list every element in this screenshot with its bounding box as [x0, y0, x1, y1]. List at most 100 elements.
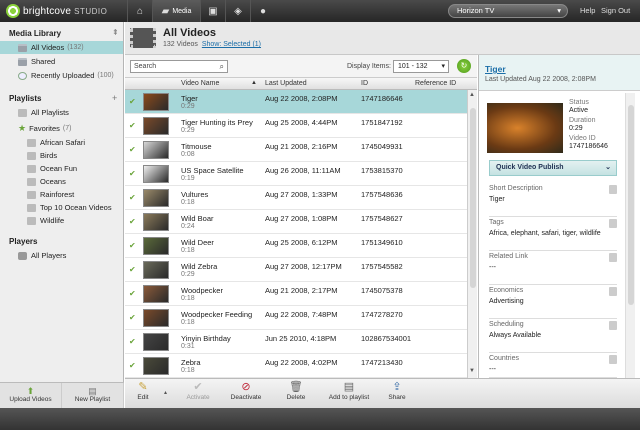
checkmark-icon[interactable]: ✔: [129, 313, 136, 322]
checkmark-icon[interactable]: ✔: [129, 217, 136, 226]
video-thumbnail[interactable]: [143, 93, 169, 111]
video-thumbnail[interactable]: [143, 213, 169, 231]
sidebar-item-all-playlists[interactable]: All Playlists: [0, 106, 123, 119]
sidebar-playlist-item[interactable]: African Safari: [0, 136, 123, 149]
video-duration: 0:29: [181, 271, 195, 278]
video-thumbnail[interactable]: [143, 141, 169, 159]
table-row[interactable]: ✔ US Space Satellite 0:19 Aug 26 2008, 11:1…: [125, 162, 467, 186]
video-thumbnail[interactable]: [143, 285, 169, 303]
table-row[interactable]: ✔ Wild Boar 0:24 Aug 27 2008, 1:08PM 1757548…: [125, 210, 467, 234]
nav-analytics-button[interactable]: ◈: [225, 0, 250, 22]
sidebar-item-favorites[interactable]: ★ Favorites (7): [0, 122, 123, 135]
detail-thumbnail[interactable]: [487, 103, 563, 153]
video-thumbnail[interactable]: [143, 117, 169, 135]
quick-video-publish-button[interactable]: Quick Video Publish ⌄: [489, 160, 617, 176]
edit-menu-chevron-icon[interactable]: ▴: [164, 389, 167, 396]
add-icon[interactable]: +: [112, 93, 117, 103]
display-items-select[interactable]: 101 - 132 ▾: [393, 60, 449, 73]
table-row[interactable]: ✔ Tiger 0:29 Aug 22 2008, 2:08PM 1747186646: [125, 90, 467, 114]
scroll-down-icon[interactable]: ▼: [469, 368, 475, 374]
search-input[interactable]: Search ⌕: [130, 60, 228, 73]
video-id: 1747213430: [361, 358, 403, 367]
video-id-label: Video ID: [569, 135, 596, 142]
sidebar-item-count: (7): [62, 125, 72, 132]
table-row[interactable]: ✔ Zebra 0:18 Aug 22 2008, 4:02PM 1747213430: [125, 354, 467, 378]
delete-button[interactable]: 🗑 Delete: [274, 381, 318, 401]
checkmark-icon[interactable]: ✔: [129, 145, 136, 154]
sidebar-item-shared[interactable]: Shared: [0, 55, 123, 68]
refresh-button[interactable]: ↻: [457, 59, 471, 73]
video-thumbnail[interactable]: [143, 357, 169, 375]
checkmark-icon[interactable]: ✔: [129, 121, 136, 130]
detail-scrollbar[interactable]: [625, 93, 635, 378]
activate-button[interactable]: ✔ Activate: [176, 381, 220, 401]
share-button[interactable]: ⇪ Share: [375, 381, 419, 401]
add-to-playlist-button[interactable]: ▤ Add to playlist: [321, 381, 377, 401]
edit-field-icon[interactable]: [609, 253, 617, 262]
edit-field-icon[interactable]: [609, 219, 617, 228]
nav-media-button[interactable]: ▰ Media: [152, 0, 200, 22]
detail-title-link[interactable]: Tiger: [485, 64, 506, 74]
help-link[interactable]: Help: [580, 6, 595, 15]
table-row[interactable]: ✔ Wild Zebra 0:29 Aug 27 2008, 12:17PM 17575…: [125, 258, 467, 282]
edit-field-icon[interactable]: [609, 355, 617, 364]
scrollbar-thumb[interactable]: [470, 108, 476, 288]
sidebar-playlist-item[interactable]: Rainforest: [0, 188, 123, 201]
video-thumbnail[interactable]: [143, 261, 169, 279]
video-thumbnail[interactable]: [143, 165, 169, 183]
checkmark-icon[interactable]: ✔: [129, 169, 136, 178]
search-icon[interactable]: ⌕: [220, 61, 224, 72]
upload-videos-button[interactable]: ⬆ Upload Videos: [0, 383, 62, 408]
sidebar-playlist-item[interactable]: Oceans: [0, 175, 123, 188]
sign-out-link[interactable]: Sign Out: [601, 6, 630, 15]
pin-icon[interactable]: ⇞: [112, 28, 119, 37]
video-name: Vultures: [181, 190, 209, 199]
checkmark-icon[interactable]: ✔: [129, 241, 136, 250]
edit-field-icon[interactable]: [609, 287, 617, 296]
nav-publishing-button[interactable]: ▣: [200, 0, 225, 22]
checkmark-icon[interactable]: ✔: [129, 193, 136, 202]
sidebar-playlist-item[interactable]: Ocean Fun: [0, 162, 123, 175]
checkmark-icon[interactable]: ✔: [129, 337, 136, 346]
video-thumbnail[interactable]: [143, 189, 169, 207]
sidebar-playlist-item[interactable]: Wildlife: [0, 214, 123, 227]
deactivate-button[interactable]: ⊘ Deactivate: [224, 381, 268, 401]
edit-button[interactable]: ✎ Edit: [121, 381, 165, 401]
new-playlist-button[interactable]: ▤ New Playlist: [62, 383, 124, 408]
video-thumbnail[interactable]: [143, 309, 169, 327]
edit-field-icon[interactable]: [609, 321, 617, 330]
table-row[interactable]: ✔ Wild Deer 0:18 Aug 25 2008, 6:12PM 1751349…: [125, 234, 467, 258]
video-thumbnail[interactable]: [143, 237, 169, 255]
sidebar-item-label: Shared: [31, 57, 56, 66]
col-last-updated[interactable]: Last Updated: [265, 80, 307, 87]
video-thumbnail[interactable]: [143, 333, 169, 351]
col-id[interactable]: ID: [361, 80, 368, 87]
checkmark-icon[interactable]: ✔: [129, 361, 136, 370]
sort-asc-icon[interactable]: ▲: [251, 80, 257, 86]
scroll-up-icon[interactable]: ▲: [469, 92, 475, 98]
checkmark-icon[interactable]: ✔: [129, 97, 136, 106]
sidebar-item-all-players[interactable]: All Players: [0, 249, 123, 262]
edit-field-icon[interactable]: [609, 185, 617, 194]
add-to-playlist-icon: ▤: [343, 381, 355, 393]
nav-social-button[interactable]: ●: [250, 0, 275, 22]
sidebar-playlist-item[interactable]: Top 10 Ocean Videos: [0, 201, 123, 214]
scrollbar-thumb[interactable]: [628, 105, 634, 305]
col-video-name[interactable]: Video Name: [181, 80, 219, 87]
sidebar-item-all-videos[interactable]: All Videos (132): [0, 41, 123, 54]
col-reference-id[interactable]: Reference ID: [415, 80, 456, 87]
table-row[interactable]: ✔ Woodpecker Feeding 0:18 Aug 22 2008, 7:48…: [125, 306, 467, 330]
table-row[interactable]: ✔ Tiger Hunting its Prey 0:29 Aug 25 2008, …: [125, 114, 467, 138]
table-row[interactable]: ✔ Vultures 0:18 Aug 27 2008, 1:33PM 17575486…: [125, 186, 467, 210]
checkmark-icon[interactable]: ✔: [129, 265, 136, 274]
sidebar-item-recently-uploaded[interactable]: Recently Uploaded (100): [0, 69, 123, 82]
checkmark-icon[interactable]: ✔: [129, 289, 136, 298]
table-row[interactable]: ✔ Woodpecker 0:18 Aug 21 2008, 2:17PM 174507…: [125, 282, 467, 306]
table-row[interactable]: ✔ Yinyin Birthday 0:31 Jun 25 2010, 4:18PM 1…: [125, 330, 467, 354]
show-selected-link[interactable]: Show: Selected (1): [202, 41, 261, 48]
nav-home-button[interactable]: ⌂: [127, 0, 152, 22]
table-scrollbar[interactable]: ▲ ▼: [467, 90, 477, 378]
account-select[interactable]: Horizon TV ▾: [448, 4, 568, 18]
table-row[interactable]: ✔ Titmouse 0:08 Aug 21 2008, 2:16PM 17450499…: [125, 138, 467, 162]
sidebar-playlist-item[interactable]: Birds: [0, 149, 123, 162]
